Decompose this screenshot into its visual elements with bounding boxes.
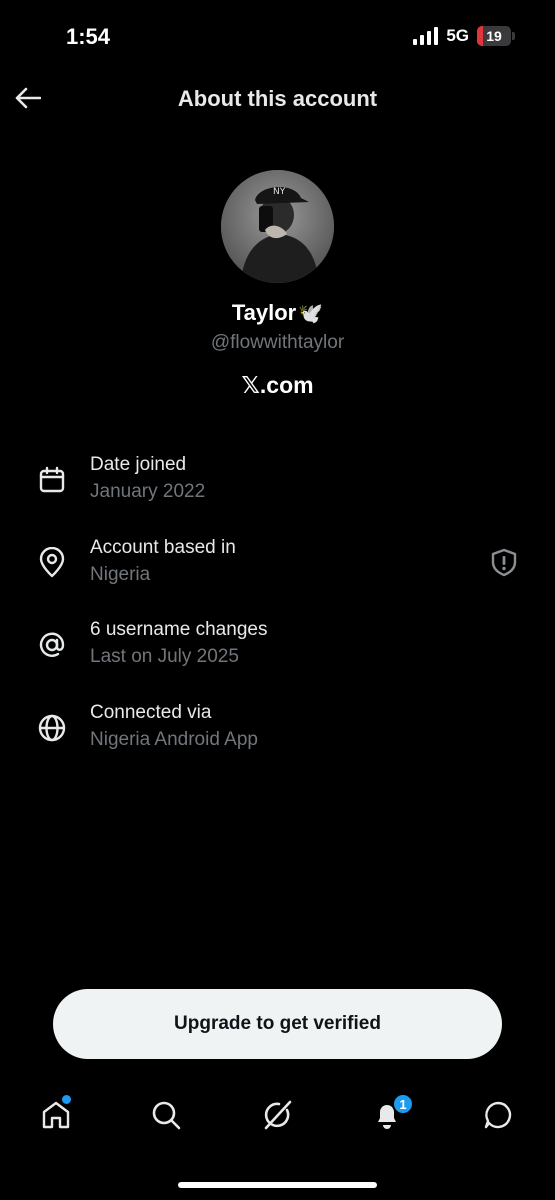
info-row-connected-via: Connected via Nigeria Android App [36, 700, 519, 756]
notification-badge: 1 [392, 1093, 414, 1115]
info-row-username-changes: 6 username changes Last on July 2025 [36, 617, 519, 673]
nav-grok[interactable] [257, 1095, 297, 1135]
nav-search[interactable] [146, 1095, 186, 1135]
about-account-screen: 1:54 5G 19 About this account NY Taylor … [0, 0, 555, 1200]
profile-name: Taylor [231, 300, 297, 325]
info-label: Date joined [90, 454, 187, 475]
location-pin-icon [36, 547, 68, 579]
upgrade-verified-button[interactable]: Upgrade to get verified [53, 989, 502, 1059]
info-value: Nigeria Android App [90, 729, 258, 750]
shield-icon[interactable] [489, 547, 519, 577]
messages-icon [484, 1101, 512, 1129]
svg-text:NY: NY [273, 187, 286, 197]
avatar: NY [221, 170, 334, 283]
search-icon [152, 1101, 181, 1130]
info-value: Last on July 2025 [90, 646, 239, 667]
home-indicator[interactable] [178, 1182, 377, 1188]
info-text: Account based in Nigeria [90, 535, 236, 589]
info-text: Connected via Nigeria Android App [90, 700, 258, 754]
signal-icon [413, 27, 439, 45]
page-title: About this account [177, 86, 378, 111]
info-row-date-joined: Date joined January 2022 [36, 452, 519, 508]
globe-icon [36, 712, 68, 744]
nav-notifications[interactable]: 1 [367, 1093, 414, 1135]
dove-emoji-icon: 🕊️ [298, 302, 324, 325]
calendar-icon [36, 464, 68, 496]
info-text: Date joined January 2022 [90, 452, 205, 506]
battery-icon: 19 [477, 26, 515, 46]
info-value: Nigeria [90, 564, 151, 585]
battery-fill [477, 26, 484, 46]
info-label: 6 username changes [90, 619, 268, 640]
status-time: 1:54 [66, 24, 111, 49]
info-label: Connected via [90, 702, 212, 723]
info-row-account-based-in: Account based in Nigeria [36, 535, 519, 591]
network-type: 5G [446, 26, 469, 45]
nav-home[interactable] [36, 1095, 76, 1135]
site-label: 𝕏.com [241, 372, 314, 398]
info-value: January 2022 [90, 481, 206, 502]
nav-messages[interactable] [478, 1095, 518, 1135]
profile-handle: @flowwithtaylor [210, 332, 345, 353]
battery-level: 19 [486, 28, 502, 44]
profile-name-row: Taylor 🕊️ [0, 300, 555, 326]
grok-icon [264, 1100, 292, 1130]
info-label: Account based in [90, 537, 236, 558]
home-unread-dot [62, 1095, 71, 1104]
at-sign-icon [36, 629, 68, 661]
info-text: 6 username changes Last on July 2025 [90, 617, 267, 671]
status-indicators: 5G 19 [413, 26, 515, 46]
